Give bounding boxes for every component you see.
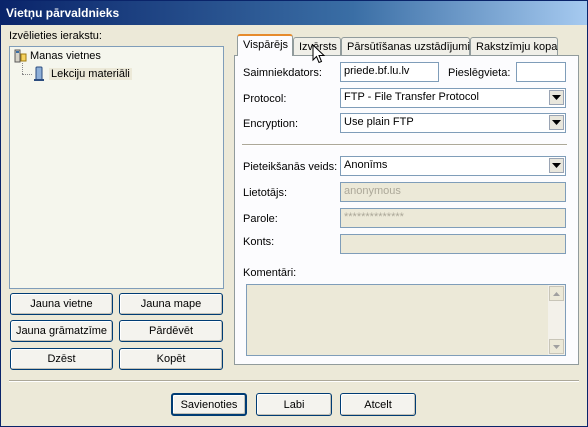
comments-label: Komentāri: <box>243 267 297 279</box>
encryption-value: Use plain FTP <box>344 116 414 128</box>
cancel-button[interactable]: Atcelt <box>340 393 416 416</box>
tab-transfer-settings[interactable]: Pārsūtīšanas uzstādījumi <box>341 37 470 56</box>
account-input[interactable] <box>340 234 566 254</box>
protocol-label: Protocol: <box>243 93 287 105</box>
rename-button[interactable]: Pārdēvēt <box>119 320 223 342</box>
comments-textarea[interactable] <box>246 284 566 356</box>
tab-charset[interactable]: Rakstzīmju kopa <box>470 37 558 56</box>
port-label: Pieslēgvieta: <box>448 67 511 79</box>
mouse-pointer-icon <box>312 43 326 67</box>
port-input[interactable] <box>516 62 566 82</box>
host-input[interactable]: priede.bf.lu.lv <box>340 62 439 82</box>
chevron-down-icon[interactable] <box>549 90 564 105</box>
tree-connector <box>22 74 32 75</box>
select-entry-label: Izvēlieties ierakstu: <box>9 30 102 42</box>
logon-type-select[interactable]: Anonīms <box>340 156 566 176</box>
site-tree[interactable]: Manas vietnes Lekciju materiāli <box>9 46 224 289</box>
encryption-select[interactable]: Use plain FTP <box>340 113 566 133</box>
scroll-down-icon[interactable] <box>549 339 564 354</box>
window-title: Vietņu pārvaldnieks <box>6 6 120 20</box>
site-manager-window: Vietņu pārvaldnieks Izvēlieties ierakstu… <box>0 0 588 427</box>
user-input[interactable]: anonymous <box>340 182 566 202</box>
protocol-select[interactable]: FTP - File Transfer Protocol <box>340 88 566 108</box>
new-site-button[interactable]: Jauna vietne <box>10 293 113 315</box>
logon-type-label: Pieteikšanās veids: <box>243 161 338 173</box>
connect-button[interactable]: Savienoties <box>171 393 247 416</box>
account-label: Konts: <box>243 236 275 248</box>
computer-folder-icon <box>13 49 27 63</box>
scroll-up-icon[interactable] <box>549 286 564 301</box>
server-icon <box>32 66 46 82</box>
chevron-down-icon[interactable] <box>549 115 564 130</box>
comments-scrollbar[interactable] <box>548 285 565 355</box>
new-bookmark-button[interactable]: Jauna grāmatzīme <box>10 320 113 342</box>
footer-divider <box>9 380 579 382</box>
password-input[interactable]: ************** <box>340 208 566 228</box>
encryption-label: Encryption: <box>243 118 299 130</box>
tree-item-label: Manas vietnes <box>30 50 101 62</box>
ok-button[interactable]: Labi <box>256 393 332 416</box>
copy-button[interactable]: Kopēt <box>119 348 223 370</box>
logon-type-value: Anonīms <box>344 159 388 171</box>
tree-item-label: Lekciju materiāli <box>49 68 132 80</box>
new-folder-button[interactable]: Jauna mape <box>119 293 223 315</box>
tab-general[interactable]: Vispārējs <box>237 34 293 56</box>
title-bar[interactable]: Vietņu pārvaldnieks <box>1 1 587 25</box>
chevron-down-icon[interactable] <box>549 158 564 173</box>
delete-button[interactable]: Dzēst <box>10 348 113 370</box>
tree-item-lecture-materials[interactable]: Lekciju materiāli <box>32 66 132 82</box>
user-label: Lietotājs: <box>243 187 288 199</box>
password-label: Parole: <box>243 213 278 225</box>
divider <box>242 144 567 146</box>
tree-item-my-sites[interactable]: Manas vietnes <box>13 49 101 63</box>
host-label: Saimniekdators: <box>243 67 322 79</box>
protocol-value: FTP - File Transfer Protocol <box>344 91 479 103</box>
tree-connector <box>22 63 23 74</box>
